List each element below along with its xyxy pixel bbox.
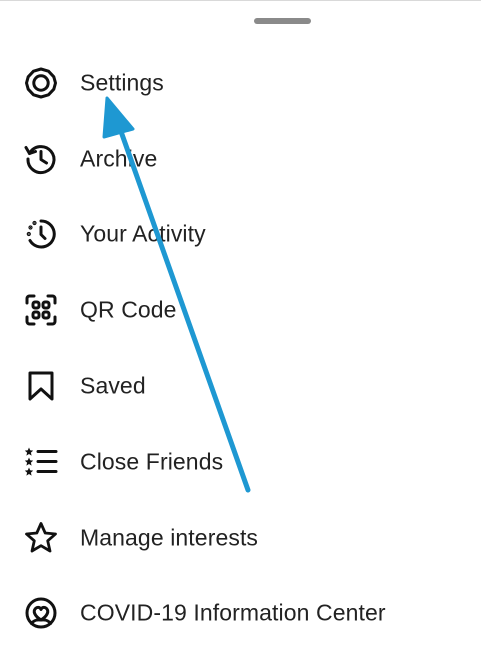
menu-item-label: Settings bbox=[80, 69, 164, 96]
menu-item-label: Manage interests bbox=[80, 524, 259, 551]
drag-handle[interactable] bbox=[254, 18, 311, 24]
qr-code-icon bbox=[23, 292, 59, 328]
menu-item-close-friends[interactable]: Close Friends bbox=[0, 424, 481, 500]
star-icon bbox=[23, 520, 59, 556]
menu-item-label: Your Activity bbox=[80, 220, 206, 247]
gear-icon bbox=[23, 65, 59, 101]
menu-item-settings[interactable]: Settings bbox=[0, 45, 481, 121]
menu-item-archive[interactable]: Archive bbox=[0, 121, 481, 197]
bottom-sheet-menu: Settings Archive Your Activity QR Code S… bbox=[0, 0, 481, 646]
menu-item-label: QR Code bbox=[80, 296, 177, 323]
menu-item-your-activity[interactable]: Your Activity bbox=[0, 197, 481, 273]
menu-item-label: Close Friends bbox=[80, 448, 224, 475]
menu-item-label: Archive bbox=[80, 145, 158, 172]
menu-item-saved[interactable]: Saved bbox=[0, 348, 481, 424]
close-friends-list-icon bbox=[23, 444, 59, 480]
activity-clock-icon bbox=[23, 216, 59, 252]
archive-history-icon bbox=[23, 141, 59, 177]
menu-item-qr-code[interactable]: QR Code bbox=[0, 272, 481, 348]
menu-item-label: Saved bbox=[80, 372, 146, 399]
menu-item-covid-info[interactable]: COVID-19 Information Center bbox=[0, 576, 481, 646]
covid-info-icon bbox=[23, 595, 59, 631]
menu-list: Settings Archive Your Activity QR Code S… bbox=[0, 45, 481, 646]
menu-item-manage-interests[interactable]: Manage interests bbox=[0, 500, 481, 576]
menu-item-label: COVID-19 Information Center bbox=[80, 599, 386, 626]
bookmark-icon bbox=[23, 368, 59, 404]
